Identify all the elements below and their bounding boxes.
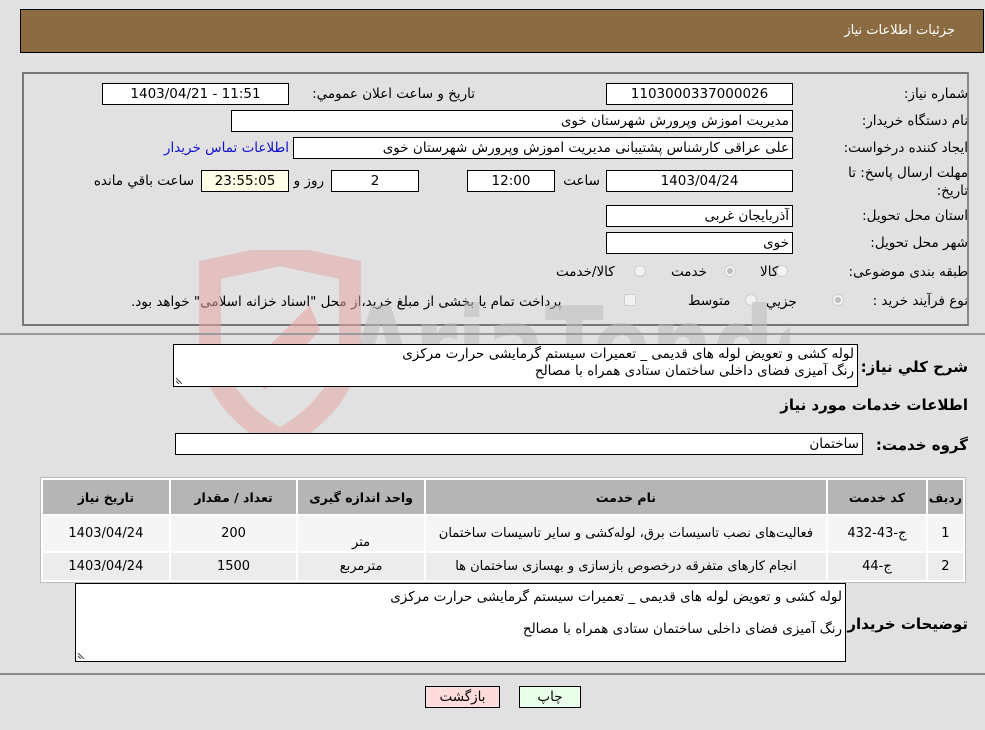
city-label: شهر محل تحویل: — [870, 235, 968, 251]
city-field: خوی — [606, 232, 793, 254]
province-label: استان محل تحویل: — [862, 208, 968, 224]
treasury-checkbox[interactable] — [624, 294, 636, 306]
days-remaining-field: 2 — [331, 170, 419, 192]
cell-name: فعالیت‌های نصب تاسیسات برق، لوله‌کشی و س… — [425, 516, 826, 551]
resize-grip-icon[interactable] — [175, 375, 184, 384]
page-header: جزئیات اطلاعات نیاز — [20, 9, 984, 53]
announce-date-field: 1403/04/21 - 11:51 — [102, 83, 289, 105]
process-medium-label: متوسط — [688, 293, 731, 309]
remaining-time-field: 23:55:05 — [201, 170, 289, 192]
treasury-note: پرداخت تمام یا بخشی از مبلغ خرید،از محل … — [131, 294, 562, 310]
buyer-org-field: مدیریت اموزش وپرورش شهرستان خوی — [231, 110, 793, 132]
deadline-time-label: ساعت — [563, 173, 600, 189]
service-group-label: گروه خدمت: — [875, 436, 968, 454]
divider — [0, 333, 985, 335]
buyer-org-label: نام دستگاه خریدار: — [861, 113, 968, 129]
process-minor-label: جزيي — [766, 294, 797, 310]
summary-textarea[interactable]: لوله کشی و تعویض لوله های قدیمی _ تعمیرا… — [173, 344, 858, 387]
days-label: روز و — [293, 173, 324, 189]
col-qty: تعداد / مقدار — [170, 480, 297, 514]
creator-field: علی عراقی کارشناس پشتیبانی مدیریت اموزش … — [293, 137, 793, 159]
table-row: 1 ج-43-432 فعالیت‌های نصب تاسیسات برق، ل… — [43, 516, 963, 551]
resize-grip-icon[interactable] — [77, 650, 86, 659]
cell-code: ج-44 — [828, 553, 926, 580]
cell-index: 1 — [927, 516, 963, 551]
col-unit: واحد اندازه گیری — [298, 480, 424, 514]
cell-unit: متر — [298, 516, 424, 551]
need-number-field: 1103000337000026 — [606, 83, 793, 105]
process-minor-radio[interactable] — [832, 294, 844, 306]
buyer-contact-link[interactable]: اطلاعات تماس خریدار — [164, 140, 289, 156]
category-goods-service-radio[interactable] — [634, 265, 646, 277]
col-date: تاریخ نیاز — [43, 480, 169, 514]
category-goods-label: کالا — [760, 264, 779, 280]
table-row: 2 ج-44 انجام کارهای متفرقه درخصوص بازساز… — [43, 553, 963, 580]
service-group-field: ساختمان — [175, 433, 863, 455]
summary-label: شرح كلي نياز: — [860, 358, 968, 376]
buyer-notes-label: توضیحات خریدار: — [841, 615, 968, 633]
back-button[interactable]: بازگشت — [425, 686, 500, 708]
buyer-notes-line-1: لوله کشی و تعویض لوله های قدیمی _ تعمیرا… — [390, 589, 842, 605]
col-name: نام خدمت — [425, 480, 826, 514]
page-title: جزئیات اطلاعات نیاز — [844, 23, 955, 38]
col-code: کد خدمت — [828, 480, 926, 514]
remaining-time-label: ساعت باقي مانده — [93, 173, 194, 189]
need-number-label: شماره نیاز: — [903, 86, 968, 102]
table-header-row: ردیف کد خدمت نام خدمت واحد اندازه گیری ت… — [43, 480, 963, 514]
process-medium-radio[interactable] — [745, 294, 757, 306]
cell-date: 1403/04/24 — [43, 553, 169, 580]
services-section-title: اطلاعات خدمات مورد نیاز — [780, 396, 968, 414]
category-service-radio[interactable] — [724, 265, 736, 277]
deadline-label: مهلت ارسال پاسخ: تا تاریخ: — [848, 165, 968, 199]
category-label: طبقه بندی موضوعی: — [848, 264, 968, 280]
services-table: ردیف کد خدمت نام خدمت واحد اندازه گیری ت… — [40, 477, 966, 583]
cell-unit: مترمربع — [298, 553, 424, 580]
category-goods-service-label: کالا/خدمت — [556, 264, 615, 280]
cell-code: ج-43-432 — [828, 516, 926, 551]
creator-label: ایجاد کننده درخواست: — [843, 140, 968, 156]
process-type-label: نوع فرآیند خرید : — [872, 293, 968, 309]
summary-line-1: لوله کشی و تعویض لوله های قدیمی _ تعمیرا… — [402, 346, 854, 362]
deadline-time-field: 12:00 — [467, 170, 555, 192]
print-button[interactable]: چاپ — [519, 686, 581, 708]
cell-qty: 1500 — [170, 553, 297, 580]
announce-date-label: تاریخ و ساعت اعلان عمومي: — [312, 86, 475, 102]
cell-date: 1403/04/24 — [43, 516, 169, 551]
buyer-notes-textarea[interactable]: لوله کشی و تعویض لوله های قدیمی _ تعمیرا… — [75, 583, 846, 662]
col-index: ردیف — [927, 480, 963, 514]
category-service-label: خدمت — [671, 264, 707, 280]
province-field: آذربایجان غربی — [606, 205, 793, 227]
buyer-notes-line-2: رنگ آمیزی فضای داخلی ساختمان ستادی همراه… — [522, 621, 842, 637]
divider — [0, 673, 985, 675]
cell-index: 2 — [927, 553, 963, 580]
cell-name: انجام کارهای متفرقه درخصوص بازسازی و بهس… — [425, 553, 826, 580]
cell-qty: 200 — [170, 516, 297, 551]
summary-line-2: رنگ آمیزی فضای داخلی ساختمان ستادی همراه… — [534, 363, 854, 379]
deadline-date-field: 1403/04/24 — [606, 170, 793, 192]
